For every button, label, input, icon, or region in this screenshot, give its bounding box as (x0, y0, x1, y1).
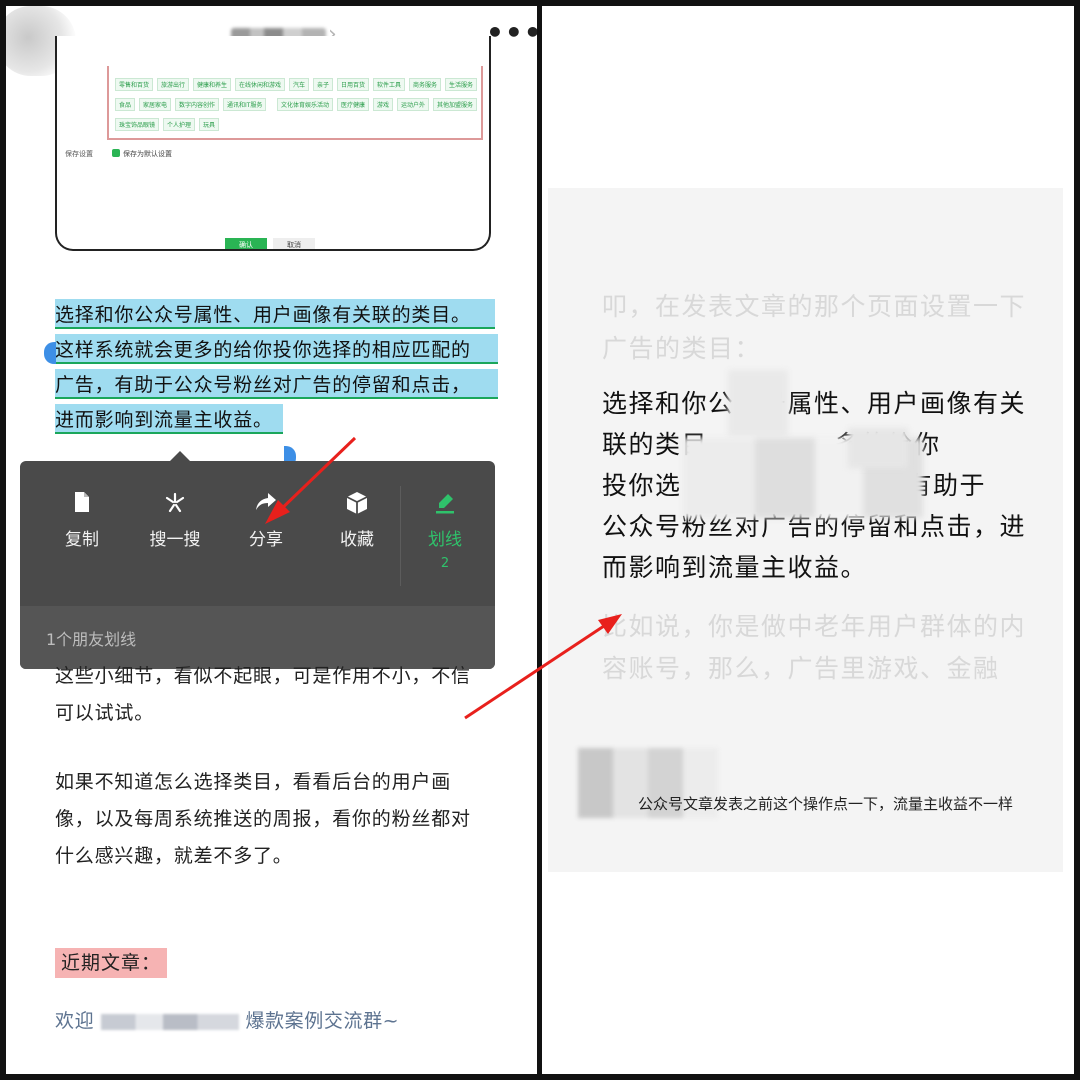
category-tag: 在线休闲和游戏 (235, 78, 286, 91)
paragraph-line: 这些小细节，看似不起眼，可是作用不小，不信 (55, 665, 471, 687)
highlighted-line: 这样系统就会更多的给你投你选择的相应匹配的 (55, 339, 471, 361)
category-tag: 文化体育娱乐活动 (277, 98, 334, 111)
checkbox-icon (112, 149, 120, 157)
category-tag: 零售和百货 (115, 78, 154, 91)
category-tag: 食品 (115, 98, 136, 111)
welcome-group-link[interactable]: 欢迎 爆款案例交流群~ (55, 1006, 399, 1033)
paragraph-line: 像，以及每周系统推送的周报，看你的粉丝都对 (55, 808, 471, 830)
category-tag: 生活服务 (445, 78, 478, 91)
category-tag: 游戏 (373, 98, 394, 111)
cancel-button: 取消 (273, 238, 315, 249)
highlighted-line: 选择和你公众号属性、用户画像有关联的类目。 (55, 304, 471, 326)
category-tag: 运动户外 (397, 98, 430, 111)
paragraph-line: 如果不知道怎么选择类目，看看后台的用户画 (55, 771, 452, 793)
category-tag: 珠宝饰品眼镜 (115, 118, 160, 131)
faded-text-bottom: 比如说，你是做中老年用户群体的内 容账号，那么，广告里游戏、金融 (602, 606, 1032, 690)
menu-item-search[interactable]: 搜一搜 (135, 491, 215, 550)
faded-text-top: 叩，在发表文章的那个页面设置一下 广告的类目： (602, 286, 1032, 370)
blur-mosaic (728, 370, 788, 436)
faded-line: 叩，在发表文章的那个页面设置一下 (602, 292, 1027, 321)
copy-icon (42, 491, 122, 521)
menu-item-label: 收藏 (340, 530, 374, 550)
quote-line: 选择和你公众号属性、用户画像有关 (602, 389, 1027, 418)
category-tag: 健康和养生 (193, 78, 232, 91)
category-tag: 家居家电 (139, 98, 172, 111)
menu-item-label: 分享 (249, 530, 283, 550)
underline-pen-icon (405, 491, 485, 521)
highlighted-line: 进而影响到流量主收益。 (55, 409, 273, 431)
menu-item-label: 划线 (428, 530, 462, 550)
search-spark-icon (135, 491, 215, 521)
more-icon[interactable]: ••• (486, 16, 537, 49)
article-paragraph: 这些小细节，看似不起眼，可是作用不小，不信 可以试试。 (55, 658, 500, 732)
quote-line: 而影响到流量主收益。 (602, 553, 868, 582)
confirm-button: 确认 (225, 238, 267, 249)
save-default-option: 保存为默认设置 (123, 150, 172, 158)
paragraph-line: 什么感兴趣，就差不多了。 (55, 845, 293, 867)
category-tag: 通讯和IT服务 (223, 98, 267, 111)
menu-item-label: 搜一搜 (149, 530, 201, 550)
category-tag: 玩具 (199, 118, 220, 131)
category-tag: 其他加盟服务 (433, 98, 478, 111)
menu-item-copy[interactable]: 复制 (42, 491, 122, 550)
welcome-suffix: 爆款案例交流群~ (245, 1010, 400, 1032)
faded-line: 比如说，你是做中老年用户群体的内 (602, 612, 1027, 641)
selection-handle-start[interactable] (44, 342, 56, 364)
collect-icon (317, 491, 397, 521)
article-paragraph: 如果不知道怎么选择类目，看看后台的用户画 像，以及每周系统推送的周报，看你的粉丝… (55, 764, 500, 875)
menu-item-share[interactable]: 分享 (226, 491, 306, 550)
quote-card: 叩，在发表文章的那个页面设置一下 广告的类目： 选择和你公众号属性、用户画像有关… (548, 188, 1063, 872)
category-tag: 个人护理 (163, 118, 196, 131)
menu-item-collect[interactable]: 收藏 (317, 491, 397, 550)
menu-item-label: 复制 (65, 530, 99, 550)
friends-underline-text: 1个朋友划线 (46, 630, 137, 649)
selection-context-menu: 复制 搜一搜 分享 收藏 划线 2 1个朋友划线 (20, 451, 495, 669)
welcome-prefix: 欢迎 (55, 1010, 95, 1032)
menu-pointer (170, 451, 190, 461)
embedded-settings-screenshot: 零售和百货 旅游出行 健康和养生 在线休闲和游戏 汽车 亲子 日用百货 软件工具 商务服务 生活服… (55, 36, 491, 251)
category-tag: 旅游出行 (157, 78, 190, 91)
article-pane: › ••• 零售和百货旅游出行健康和养生在线休闲和游戏汽车亲子日用百货软件工具商… (6, 6, 537, 1074)
paragraph-line: 可以试试。 (55, 702, 155, 724)
category-tag: 汽车 (289, 78, 310, 91)
underline-count: 2 (440, 556, 450, 571)
category-tag: 数字内容创作 (175, 98, 220, 111)
save-settings-label: 保存设置 (65, 150, 93, 158)
category-tag: 亲子 (313, 78, 334, 91)
category-tag: 商务服务 (409, 78, 442, 91)
category-tag: 医疗健康 (337, 98, 370, 111)
category-tag: 日用百货 (337, 78, 370, 91)
blur-mosaic (848, 428, 908, 468)
highlighted-paragraph[interactable]: 选择和你公众号属性、用户画像有关联的类目。 这样系统就会更多的给你投你选择的相应… (55, 298, 471, 438)
menu-separator (400, 486, 401, 586)
blurred-group-name (100, 1013, 239, 1030)
faded-line: 容账号，那么，广告里游戏、金融 (602, 654, 1000, 683)
faded-line: 广告的类目： (602, 334, 762, 363)
quote-fragment: 投你选 (602, 471, 682, 500)
menu-item-underline[interactable]: 划线 2 (405, 491, 485, 571)
preview-pane: 叩，在发表文章的那个页面设置一下 广告的类目： 选择和你公众号属性、用户画像有关… (542, 6, 1074, 1074)
share-icon (226, 491, 306, 521)
highlighted-line: 广告，有助于公众号粉丝对广告的停留和点击， (55, 374, 471, 396)
category-tag: 软件工具 (373, 78, 406, 91)
image-caption: 公众号文章发表之前这个操作点一下，流量主收益不一样 (638, 795, 1014, 813)
recent-articles-heading: 近期文章： (55, 948, 168, 978)
